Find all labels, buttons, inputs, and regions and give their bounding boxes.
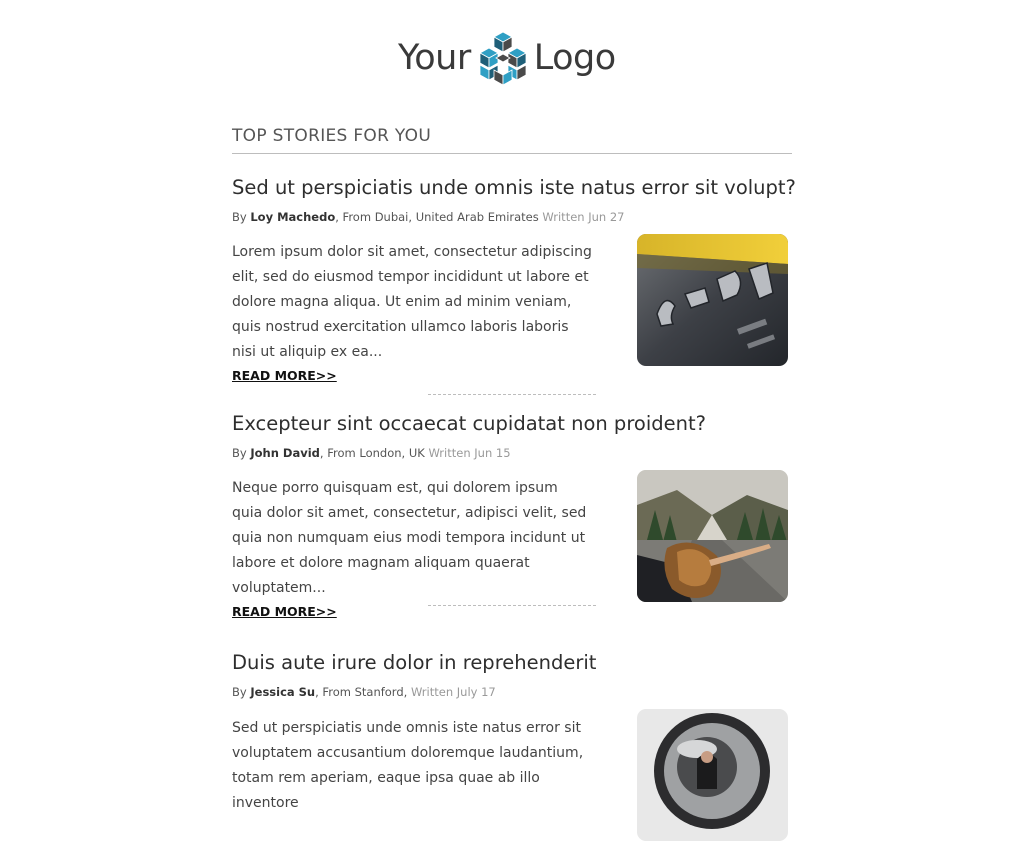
- written-date: Written Jun 27: [542, 210, 625, 224]
- story-byline: By Jessica Su, From Stanford, Written Ju…: [232, 683, 792, 701]
- story-title[interactable]: Excepteur sint occaecat cupidatat non pr…: [232, 411, 792, 437]
- author-name: Jessica Su: [250, 685, 316, 699]
- header: Your Logo: [0, 0, 1024, 100]
- byline-location: , From Dubai, United Arab Emirates: [335, 210, 539, 224]
- story-card: Duis aute irure dolor in reprehenderit B…: [232, 650, 792, 841]
- story-title[interactable]: Duis aute irure dolor in reprehenderit: [232, 650, 792, 676]
- written-date: Written Jun 15: [428, 446, 511, 460]
- byline-location: , From London, UK: [319, 446, 425, 460]
- story-image-mirror-ball[interactable]: [637, 709, 788, 841]
- logo[interactable]: Your Logo: [398, 29, 616, 87]
- logo-text-left: Your: [398, 38, 471, 78]
- read-more-link[interactable]: READ MORE>>: [232, 602, 337, 622]
- main-content: TOP STORIES FOR YOU Sed ut perspiciatis …: [232, 122, 796, 841]
- byline-by: By: [232, 446, 247, 460]
- story-excerpt: Neque porro quisquam est, qui dolorem ip…: [232, 480, 587, 596]
- author-name: John David: [250, 446, 320, 460]
- story-title[interactable]: Sed ut perspiciatis unde omnis iste natu…: [232, 175, 796, 201]
- byline-by: By: [232, 685, 247, 699]
- logo-text-right: Logo: [533, 38, 616, 78]
- story-excerpt: Sed ut perspiciatis unde omnis iste natu…: [232, 720, 584, 811]
- story-byline: By John David, From London, UK Written J…: [232, 444, 792, 462]
- story-divider: [428, 394, 596, 395]
- mirror-sphere-photo: [637, 709, 788, 841]
- story-image-road-trip[interactable]: [637, 470, 788, 602]
- credit-card-photo: [637, 234, 788, 366]
- read-more-link[interactable]: READ MORE>>: [232, 366, 337, 386]
- story-image-credit-card[interactable]: [637, 234, 788, 366]
- story-excerpt: Lorem ipsum dolor sit amet, consectetur …: [232, 244, 592, 360]
- author-name: Loy Machedo: [250, 210, 336, 224]
- byline-location: , From Stanford,: [315, 685, 408, 699]
- cube-logo-icon: [478, 31, 527, 86]
- story-divider: [428, 605, 596, 606]
- written-date: Written July 17: [410, 685, 496, 699]
- section-title: TOP STORIES FOR YOU: [232, 122, 792, 154]
- story-byline: By Loy Machedo, From Dubai, United Arab …: [232, 208, 792, 226]
- story-card: Sed ut perspiciatis unde omnis iste natu…: [232, 175, 796, 395]
- road-trip-photo: [637, 470, 788, 602]
- byline-by: By: [232, 210, 247, 224]
- story-card: Excepteur sint occaecat cupidatat non pr…: [232, 411, 792, 622]
